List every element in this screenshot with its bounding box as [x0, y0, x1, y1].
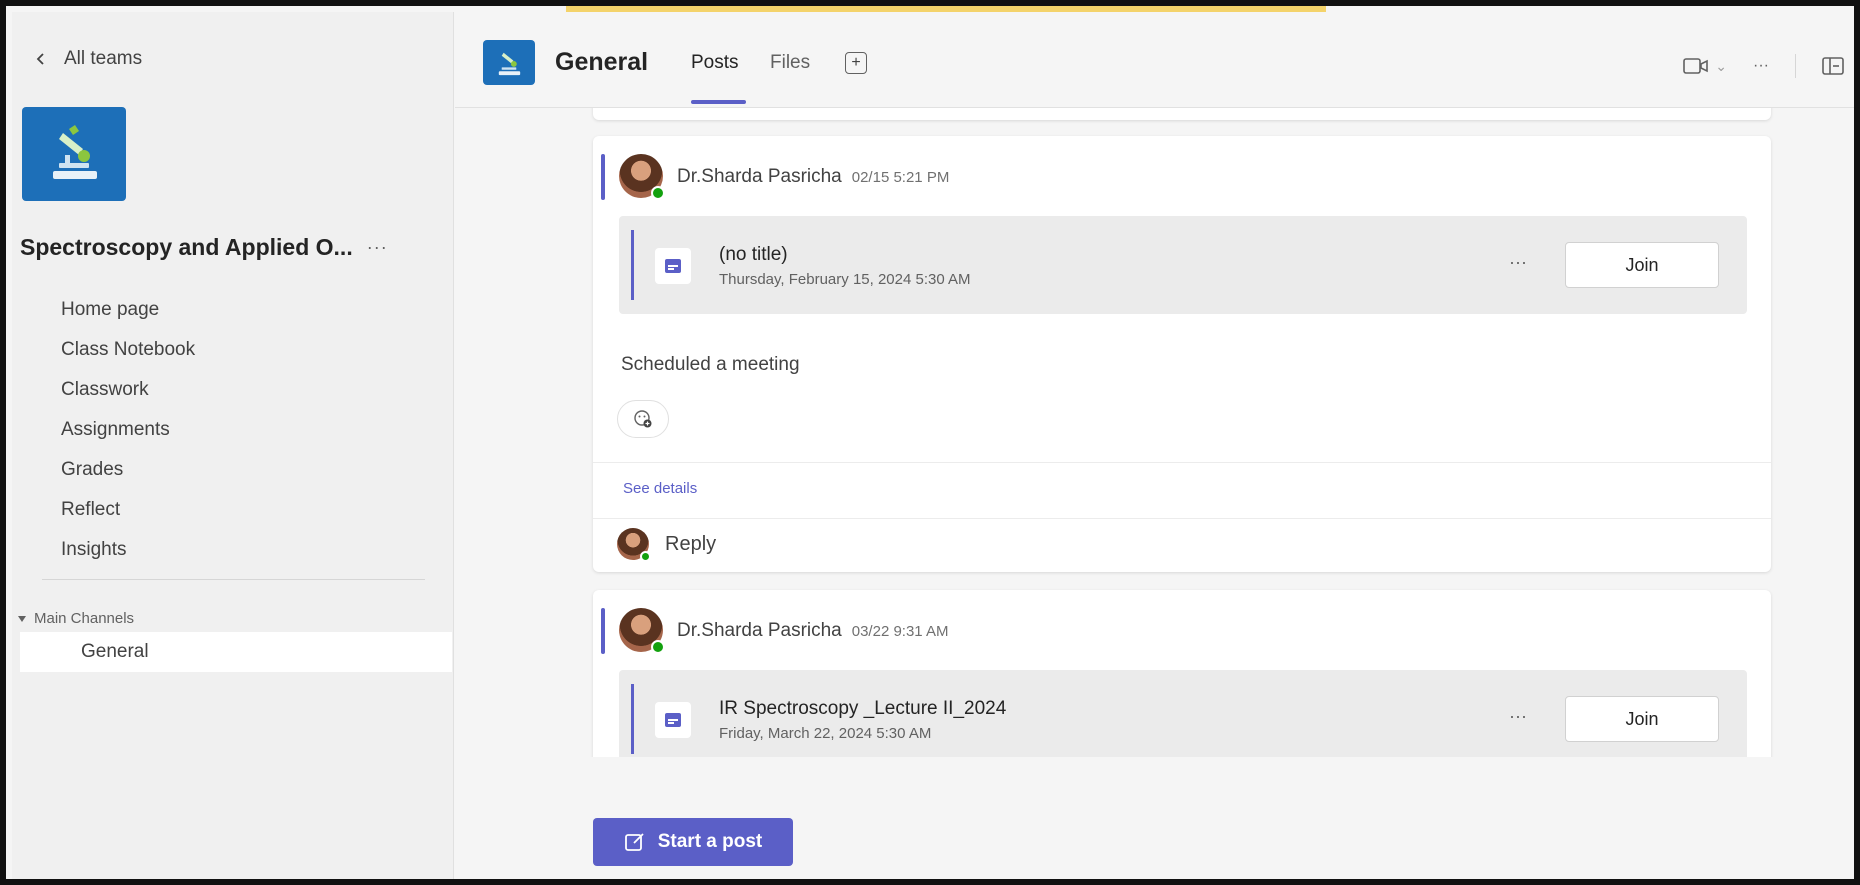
meeting-card[interactable]: (no title) Thursday, February 15, 2024 5…: [619, 216, 1747, 314]
microscope-icon: [498, 52, 521, 75]
header-divider: [1795, 54, 1796, 78]
post-timestamp: 03/22 9:31 AM: [851, 623, 949, 640]
avatar: [617, 528, 651, 562]
calendar-icon: [665, 259, 681, 273]
start-post-button[interactable]: Start a post: [593, 818, 793, 866]
post-timestamp: 02/15 5:21 PM: [851, 169, 950, 186]
header-actions: ⌄ ···: [1683, 54, 1844, 78]
add-reaction-button[interactable]: [617, 400, 669, 438]
calendar-icon: [665, 713, 681, 727]
tab-posts[interactable]: Posts: [691, 52, 739, 74]
video-camera-icon: [1683, 58, 1709, 74]
meeting-title: (no title): [719, 244, 788, 265]
main-channels-section[interactable]: Main Channels: [18, 610, 134, 627]
team-header[interactable]: Spectroscopy and Applied O... ···: [20, 234, 450, 261]
add-tab-button[interactable]: +: [845, 52, 867, 74]
team-logo: [22, 107, 126, 201]
card-divider: [593, 518, 1771, 519]
microscope-icon: [53, 125, 97, 179]
chevron-left-icon: [36, 53, 44, 65]
post-message: Scheduled a meeting: [621, 354, 800, 375]
nav-item-class-notebook[interactable]: Class Notebook: [61, 330, 441, 370]
team-more-button[interactable]: ···: [367, 237, 388, 258]
join-meeting-button[interactable]: Join: [1565, 696, 1719, 742]
nav-item-reflect[interactable]: Reflect: [61, 490, 441, 530]
posts-feed: Dr.Sharda Pasricha 02/15 5:21 PM (no titl…: [455, 108, 1854, 757]
team-nav: Home page Class Notebook Classwork Assig…: [61, 290, 441, 570]
post-accent-bar: [601, 154, 605, 200]
compose-icon: [624, 833, 644, 851]
channel-title: General: [555, 48, 649, 76]
channel-header: General Posts Files + ⌄ ···: [455, 12, 1854, 108]
post-card: Dr.Sharda Pasricha 02/15 5:21 PM (no titl…: [593, 136, 1771, 572]
nav-item-home-page[interactable]: Home page: [61, 290, 441, 330]
nav-item-assignments[interactable]: Assignments: [61, 410, 441, 450]
active-tab-indicator: [691, 100, 746, 104]
meeting-accent-bar: [631, 684, 634, 754]
open-side-panel-button[interactable]: [1822, 56, 1844, 76]
left-rail: All teams Spectroscopy and Applied O... …: [12, 12, 454, 879]
nav-item-insights[interactable]: Insights: [61, 530, 441, 570]
team-name: Spectroscopy and Applied O...: [20, 234, 353, 260]
nav-item-classwork[interactable]: Classwork: [61, 370, 441, 410]
section-label: Main Channels: [34, 610, 135, 627]
see-details-link[interactable]: See details: [623, 480, 697, 497]
join-meeting-button[interactable]: Join: [1565, 242, 1719, 288]
avatar[interactable]: [619, 608, 665, 654]
caret-down-icon: [18, 615, 26, 622]
presence-available-icon: [651, 186, 665, 200]
nav-item-grades[interactable]: Grades: [61, 450, 441, 490]
meeting-card[interactable]: IR Spectroscopy _Lecture II_2024 Friday,…: [619, 670, 1747, 757]
meeting-datetime: Thursday, February 15, 2024 5:30 AM: [719, 271, 971, 288]
meeting-icon-wrap: [655, 702, 691, 738]
presence-available-icon: [640, 551, 651, 562]
previous-post-card: [593, 108, 1771, 120]
tab-files[interactable]: Files: [770, 52, 810, 74]
post-accent-bar: [601, 608, 605, 654]
post-card: Dr.Sharda Pasricha 03/22 9:31 AM IR Spect…: [593, 590, 1771, 757]
avatar[interactable]: [619, 154, 665, 200]
card-divider: [593, 462, 1771, 463]
side-panel-icon: [1822, 57, 1844, 75]
start-post-label: Start a post: [657, 831, 763, 852]
post-author[interactable]: Dr.Sharda Pasricha: [677, 166, 842, 187]
meeting-more-button[interactable]: ···: [1509, 706, 1527, 727]
channel-team-icon: [483, 40, 535, 85]
meeting-icon-wrap: [655, 248, 691, 284]
presence-available-icon: [651, 640, 665, 654]
all-teams-label: All teams: [64, 48, 143, 69]
post-author[interactable]: Dr.Sharda Pasricha: [677, 620, 842, 641]
post-header: Dr.Sharda Pasricha 02/15 5:21 PM: [677, 166, 949, 188]
header-more-button[interactable]: ···: [1753, 57, 1769, 75]
chevron-down-icon: ⌄: [1715, 57, 1728, 74]
post-header: Dr.Sharda Pasricha 03/22 9:31 AM: [677, 620, 949, 642]
emoji-reaction-icon: [634, 410, 652, 428]
meeting-more-button[interactable]: ···: [1509, 252, 1527, 273]
meeting-title: IR Spectroscopy _Lecture II_2024: [719, 698, 1007, 719]
meet-now-button[interactable]: ⌄: [1683, 57, 1727, 75]
app-window: All teams Spectroscopy and Applied O... …: [0, 0, 1860, 885]
all-teams-link[interactable]: All teams: [34, 48, 142, 70]
meeting-datetime: Friday, March 22, 2024 5:30 AM: [719, 725, 932, 742]
reply-button[interactable]: Reply: [617, 524, 716, 564]
reply-label: Reply: [665, 532, 717, 555]
sidebar-divider: [42, 579, 425, 580]
meeting-accent-bar: [631, 230, 634, 300]
channel-item-general[interactable]: General: [20, 632, 452, 672]
